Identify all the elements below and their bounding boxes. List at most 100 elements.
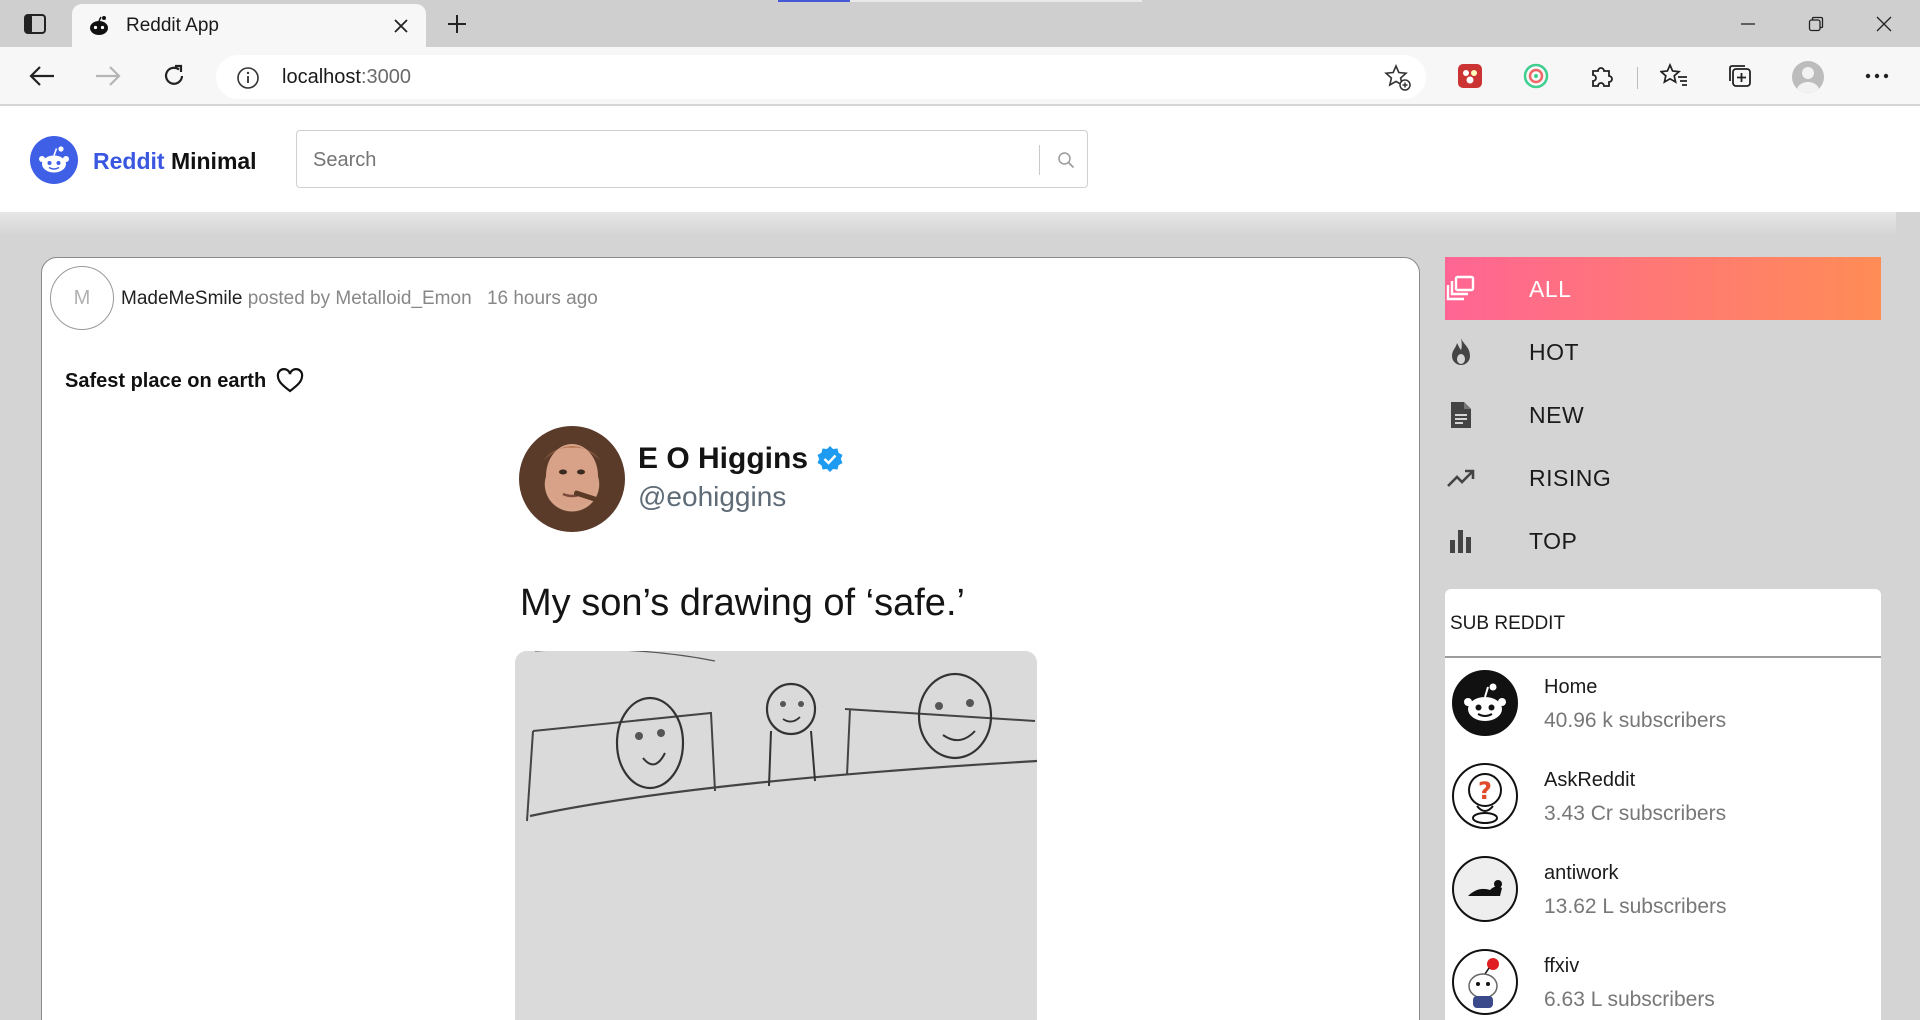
subreddit-item-ffxiv[interactable]: ffxiv 6.63 L subscribers [1445,939,1881,1020]
browser-toolbar: localhost:3000 [0,47,1920,105]
search-icon [1058,152,1075,169]
back-button[interactable] [24,59,60,93]
browser-tab-active[interactable]: Reddit App [72,4,426,47]
arrow-right-icon [96,66,121,86]
brand-accent: Reddit [93,148,165,174]
extension-paint-icon[interactable] [1453,59,1487,93]
category-label: RISING [1529,465,1612,491]
extension-target-icon[interactable] [1519,59,1553,93]
toolbar-separator [1637,67,1638,89]
post-title[interactable]: Safest place on earth [65,370,266,393]
browser-tab-bar: Reddit App [0,0,1920,47]
post-time: 16 hours ago [486,288,598,309]
post-author[interactable]: Metalloid_Emon [335,288,471,309]
category-label: TOP [1529,528,1578,554]
url-text: localhost:3000 [282,66,411,89]
tab-actions-icon [24,14,46,34]
person-icon [1797,67,1819,93]
plus-icon [448,15,466,33]
category-top[interactable]: TOP [1445,509,1881,572]
search-divider [1039,145,1040,175]
trending-up-icon [1445,462,1477,494]
settings-more-button[interactable] [1860,59,1894,93]
verified-badge-icon [817,446,843,472]
brand-title[interactable]: Reddit Minimal [93,148,257,175]
url-host: localhost [282,66,361,88]
forward-button[interactable] [90,59,126,93]
url-port: :3000 [360,66,411,88]
favorites-icon[interactable] [1657,59,1691,93]
header-shadow [0,212,1896,236]
app-header: Reddit Minimal [0,106,1920,212]
arrow-left-icon [29,66,54,86]
category-label: ALL [1529,276,1572,302]
loading-progress-fill [778,0,850,2]
category-hot[interactable]: HOT [1445,320,1881,383]
tweet-name-row: E O Higgins [638,442,844,476]
subreddit-name: AskReddit [1544,769,1636,791]
close-icon [394,19,408,33]
minimize-icon [1741,23,1755,25]
askreddit-icon: ? [1452,763,1518,829]
close-icon [1876,16,1892,32]
tweet-author-avatar [519,426,625,532]
category-label: NEW [1529,402,1585,428]
post-meta: MadeMeSmile posted by Metalloid_Emon 16 … [121,288,598,310]
search-input[interactable] [313,149,1033,172]
reddit-logo-icon[interactable] [30,136,78,184]
subreddit-subscribers: 13.62 L subscribers [1544,895,1727,918]
restore-icon [1808,16,1824,32]
refresh-icon [164,64,184,85]
subreddit-panel: SUB REDDIT Home 40.96 k subscribers ? As… [1445,589,1881,1020]
post-avatar[interactable]: M [50,266,114,330]
subreddit-name: antiwork [1544,862,1619,884]
search-box [296,130,1088,188]
category-menu: ALL HOT NEW RISING TOP [1445,257,1881,572]
tab-actions-button[interactable] [18,10,52,38]
divider [1445,656,1881,658]
document-icon [1445,399,1477,431]
tweet-handle: @eohiggins [638,481,787,512]
search-button[interactable] [1051,145,1081,175]
subreddit-item-antiwork[interactable]: antiwork 13.62 L subscribers [1445,846,1881,939]
tab-title: Reddit App [126,15,219,36]
subreddit-subscribers: 40.96 k subscribers [1544,709,1727,732]
profile-avatar[interactable] [1792,61,1824,93]
post-subreddit[interactable]: MadeMeSmile [121,288,242,309]
subreddit-panel-title: SUB REDDIT [1450,613,1566,634]
reddit-favicon-icon [88,15,110,37]
post-title-row: Safest place on earth [65,368,304,394]
antiwork-icon [1452,856,1518,922]
new-tab-button[interactable] [440,8,474,40]
refresh-button[interactable] [156,59,192,93]
category-all[interactable]: ALL [1445,257,1881,320]
collections-icon[interactable] [1723,59,1757,93]
tab-close-button[interactable] [388,13,414,39]
extensions-puzzle-icon[interactable] [1585,59,1619,93]
subreddit-name: ffxiv [1544,955,1580,977]
info-icon[interactable] [236,66,260,90]
subreddit-item-home[interactable]: Home 40.96 k subscribers [1445,660,1881,753]
subreddit-item-askreddit[interactable]: ? AskReddit 3.43 Cr subscribers [1445,753,1881,846]
tweet-text: My son’s drawing of ‘safe.’ [520,582,965,624]
more-horizontal-icon [1865,73,1889,79]
restore-button[interactable] [1796,8,1836,40]
minimize-button[interactable] [1728,8,1768,40]
category-rising[interactable]: RISING [1445,446,1881,509]
subreddit-subscribers: 3.43 Cr subscribers [1544,802,1727,825]
bar-chart-icon [1445,525,1477,557]
close-window-button[interactable] [1864,8,1904,40]
category-new[interactable]: NEW [1445,383,1881,446]
tweet-embed-image[interactable]: E O Higgins @eohiggins My son’s drawing … [472,426,1037,1020]
brand-rest: Minimal [170,148,257,174]
heart-icon[interactable] [276,368,304,394]
tweet-author-name: E O Higgins [638,442,809,475]
post-card[interactable]: M MadeMeSmile posted by Metalloid_Emon 1… [41,257,1420,1020]
reddit-home-icon [1452,670,1518,736]
category-label: HOT [1529,339,1580,365]
subreddit-subscribers: 6.63 L subscribers [1544,988,1715,1011]
add-favorite-icon[interactable] [1384,63,1412,92]
child-drawing-image [515,651,1037,1020]
posted-by-label: posted by [247,288,331,309]
address-bar[interactable]: localhost:3000 [216,55,1426,99]
